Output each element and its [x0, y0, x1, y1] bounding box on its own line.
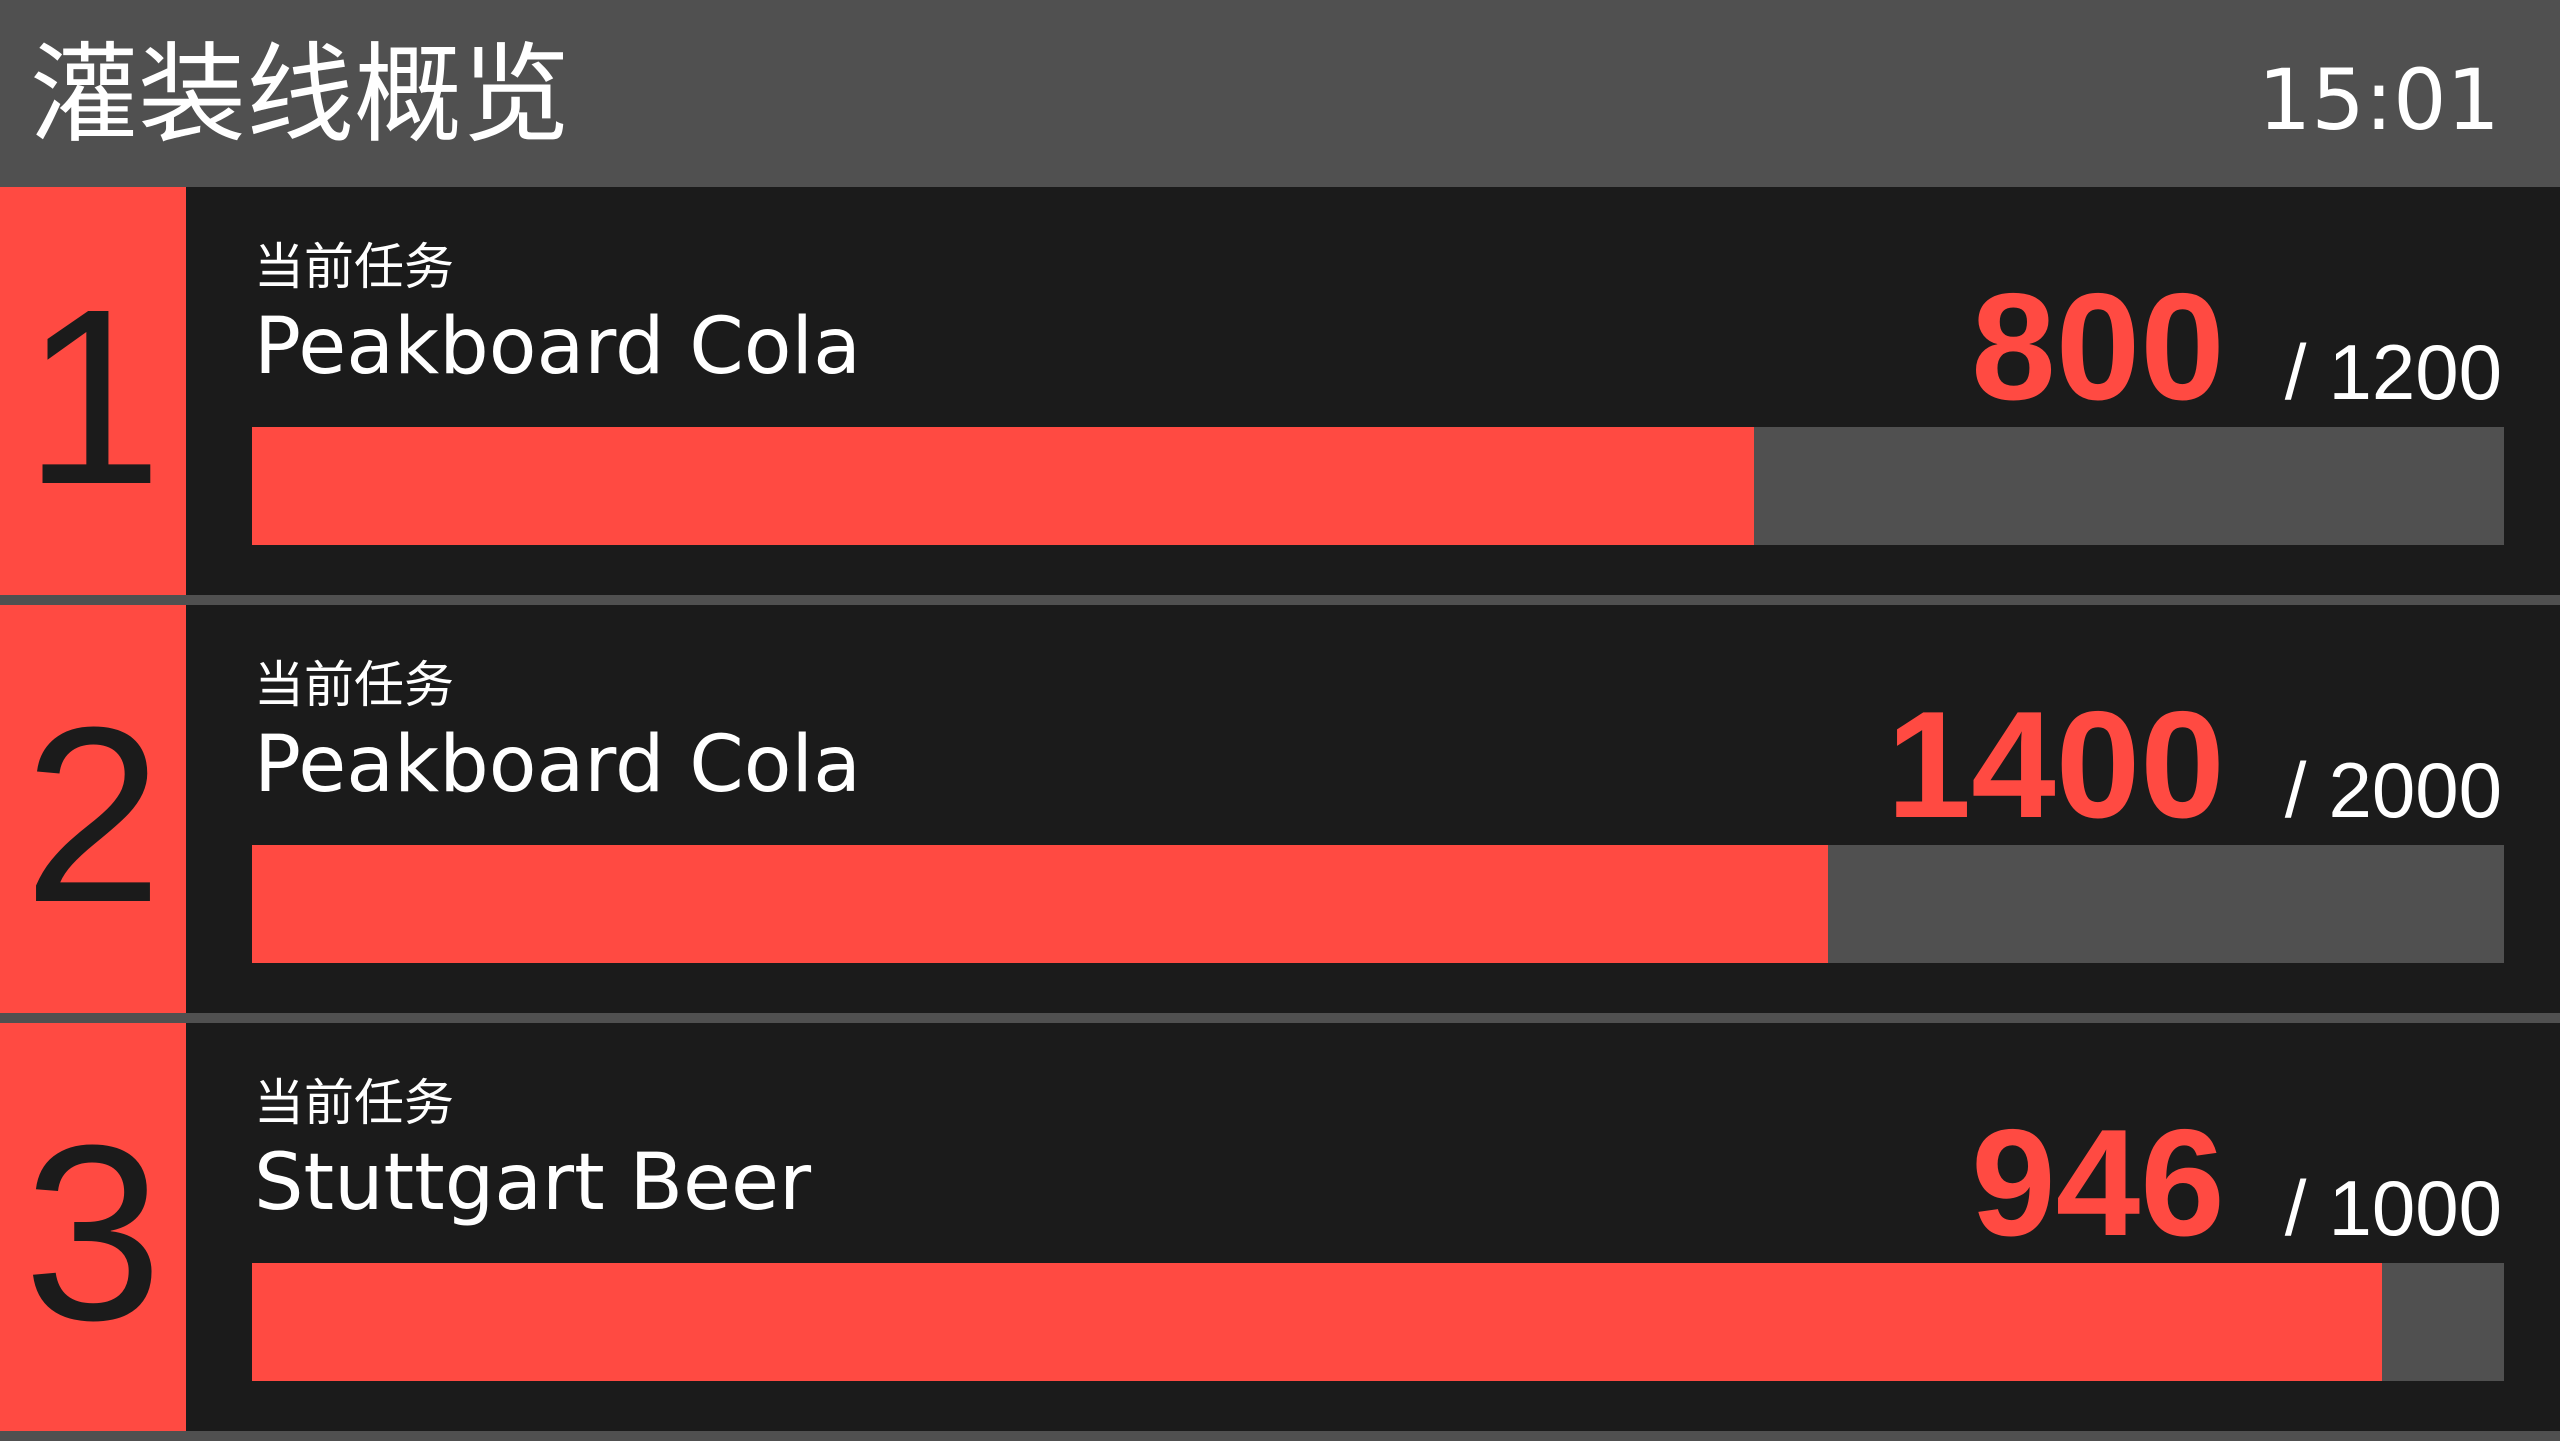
- target-quantity: 2000: [2328, 746, 2502, 834]
- current-task-label: 当前任务: [254, 238, 454, 296]
- progress-bar-fill: [252, 427, 1755, 545]
- quantity-separator: /: [2284, 1164, 2307, 1252]
- filling-line-row: 2 当前任务 Peakboard Cola 1400 / 2000: [0, 605, 2560, 1013]
- product-name: Stuttgart Beer: [254, 1138, 812, 1228]
- filling-line-row: 1 当前任务 Peakboard Cola 800 / 1200: [0, 187, 2560, 595]
- progress-bar: [252, 427, 2504, 545]
- line-number: 1: [23, 257, 163, 536]
- target-quantity: 1200: [2328, 328, 2502, 416]
- product-name: Peakboard Cola: [254, 302, 861, 392]
- quantity-separator: /: [2284, 328, 2307, 416]
- progress-bar: [252, 845, 2504, 963]
- line-number-badge: 1: [0, 187, 186, 595]
- quantity-readout: 946 / 1000: [1971, 1103, 2502, 1263]
- row-divider: [0, 595, 2560, 605]
- page-title: 灌装线概览: [30, 33, 571, 158]
- progress-bar: [252, 1263, 2504, 1381]
- header-bar: 灌装线概览 15:01: [0, 0, 2560, 187]
- row-divider: [0, 1013, 2560, 1023]
- current-task-label: 当前任务: [254, 656, 454, 714]
- line-number: 3: [23, 1093, 163, 1372]
- product-name: Peakboard Cola: [254, 720, 861, 810]
- progress-bar-fill: [252, 845, 1829, 963]
- clock: 15:01: [2257, 51, 2500, 149]
- line-number-badge: 3: [0, 1023, 186, 1431]
- quantity-readout: 1400 / 2000: [1887, 685, 2502, 845]
- quantity-separator: /: [2284, 746, 2307, 834]
- progress-bar-fill: [252, 1263, 2383, 1381]
- current-task-label: 当前任务: [254, 1074, 454, 1132]
- quantity-readout: 800 / 1200: [1971, 267, 2502, 427]
- line-number: 2: [23, 675, 163, 954]
- line-number-badge: 2: [0, 605, 186, 1013]
- current-quantity: 800: [1971, 262, 2225, 432]
- target-quantity: 1000: [2328, 1164, 2502, 1252]
- filling-line-row: 3 当前任务 Stuttgart Beer 946 / 1000: [0, 1023, 2560, 1431]
- current-quantity: 1400: [1886, 680, 2225, 850]
- current-quantity: 946: [1971, 1098, 2225, 1268]
